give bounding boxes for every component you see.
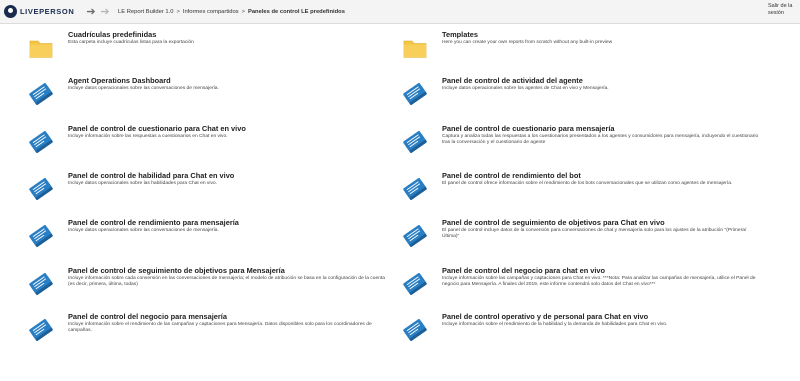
top-bar: LIVEPERSON ➔ ➔ LE Report Builder 1.0 > I… [0, 0, 800, 24]
item-text: Panel de control del negocio para mensaj… [68, 312, 388, 334]
item-title[interactable]: Panel de control de cuestionario para me… [442, 124, 762, 133]
back-arrow-icon[interactable]: ➔ [84, 0, 98, 24]
dashboard-report-icon[interactable] [28, 176, 54, 202]
forward-arrow-icon[interactable]: ➔ [98, 0, 112, 24]
dashboard-item[interactable]: Panel de control operativo y de personal… [402, 312, 772, 356]
item-text: Cuadrículas predefinidas Esta carpeta inc… [68, 30, 388, 46]
dashboard-item[interactable]: Panel de control del negocio para mensaj… [28, 312, 398, 356]
breadcrumb-item-current: Paneles de control LE predefinidos [247, 8, 345, 15]
item-text: Panel de control de rendimiento para men… [68, 218, 388, 234]
breadcrumb-separator: > [241, 8, 245, 15]
folder-icon[interactable] [28, 35, 54, 61]
item-title[interactable]: Panel de control de seguimiento de objet… [68, 266, 388, 275]
dashboard-item[interactable]: Panel de control de rendimiento del bot E… [402, 171, 772, 215]
logo-text: LIVEPERSON [20, 7, 75, 16]
item-text: Panel de control de cuestionario para me… [442, 124, 762, 146]
item-title[interactable]: Panel de control de actividad del agente [442, 76, 762, 85]
dashboard-report-icon[interactable] [28, 81, 54, 107]
item-description: Incluye información sobre las campañas y… [442, 275, 756, 287]
folder-item[interactable]: Cuadrículas predefinidas Esta carpeta inc… [28, 30, 398, 74]
item-text: Panel de control de actividad del agente… [442, 76, 762, 92]
dashboard-item[interactable]: Panel de control de habilidad para Chat … [28, 171, 398, 215]
dashboard-report-icon[interactable] [28, 271, 54, 297]
dashboard-report-icon[interactable] [402, 317, 428, 343]
item-text: Panel de control de cuestionario para Ch… [68, 124, 388, 140]
item-text: Agent Operations Dashboard Incluye datos … [68, 76, 388, 92]
item-description: Here you can create your own reports fro… [442, 39, 613, 45]
folder-icon[interactable] [402, 35, 428, 61]
breadcrumb-separator: > [176, 8, 180, 15]
liveperson-logo[interactable]: LIVEPERSON [0, 0, 84, 24]
item-title[interactable]: Panel de control de rendimiento para men… [68, 218, 388, 227]
item-title[interactable]: Panel de control operativo y de personal… [442, 312, 762, 321]
dashboard-item[interactable]: Panel de control de cuestionario para me… [402, 124, 772, 168]
item-description: Incluye datos operacionales sobre las co… [68, 227, 219, 233]
dashboard-report-icon[interactable] [402, 129, 428, 155]
item-title[interactable]: Panel de control de seguimiento de objet… [442, 218, 762, 227]
item-title[interactable]: Panel de control de rendimiento del bot [442, 171, 762, 180]
dashboard-report-icon[interactable] [402, 223, 428, 249]
item-text: Panel de control de seguimiento de objet… [68, 266, 388, 288]
item-description: El panel de control ofrece información s… [442, 180, 733, 186]
item-text: Panel de control de seguimiento de objet… [442, 218, 762, 240]
signout-link[interactable]: Salir de la sesión [768, 3, 796, 17]
item-text: Panel de control operativo y de personal… [442, 312, 762, 328]
breadcrumb-item-shared-reports[interactable]: Informes compartidos [183, 9, 239, 15]
dashboard-item[interactable]: Panel de control de actividad del agente… [402, 76, 772, 120]
dashboard-item[interactable]: Panel de control de seguimiento de objet… [402, 218, 772, 262]
dashboard-item[interactable]: Panel de control de rendimiento para men… [28, 218, 398, 262]
folder-item[interactable]: Templates Here you can create your own re… [402, 30, 772, 74]
item-description: Incluye información sobre el rendimiento… [442, 321, 668, 327]
item-title[interactable]: Panel de control del negocio para mensaj… [68, 312, 388, 321]
item-description: Incluye información sobre cada conversió… [68, 275, 385, 287]
item-title[interactable]: Panel de control del negocio para chat e… [442, 266, 762, 275]
item-description: Captura y analiza todas las respuestas a… [442, 133, 759, 145]
item-description: Esta carpeta incluye cuadrículas listas … [68, 39, 194, 45]
item-description: Incluye datos operacionales sobre las co… [68, 85, 219, 91]
dashboard-report-icon[interactable] [402, 81, 428, 107]
item-description: Incluye datos operacionales sobre los ag… [442, 85, 609, 91]
item-description: El panel de control incluye datos de la … [442, 227, 747, 239]
dashboard-item[interactable]: Panel de control de cuestionario para Ch… [28, 124, 398, 168]
item-description: Incluye datos operacionales sobre las ha… [68, 180, 217, 186]
dashboard-report-icon[interactable] [402, 271, 428, 297]
item-title[interactable]: Agent Operations Dashboard [68, 76, 388, 85]
item-title[interactable]: Panel de control de habilidad para Chat … [68, 171, 388, 180]
item-text: Templates Here you can create your own re… [442, 30, 762, 46]
dashboard-report-icon[interactable] [28, 317, 54, 343]
item-text: Panel de control de habilidad para Chat … [68, 171, 388, 187]
breadcrumb: LE Report Builder 1.0 > Informes compart… [118, 9, 345, 15]
logo-mark-icon [4, 5, 17, 18]
item-text: Panel de control de rendimiento del bot E… [442, 171, 762, 187]
dashboard-item[interactable]: Agent Operations Dashboard Incluye datos … [28, 76, 398, 120]
dashboard-item[interactable]: Panel de control del negocio para chat e… [402, 266, 772, 310]
item-text: Panel de control del negocio para chat e… [442, 266, 762, 288]
dashboard-report-icon[interactable] [402, 176, 428, 202]
item-description: Incluye información sobre el rendimiento… [68, 321, 372, 333]
dashboard-report-icon[interactable] [28, 129, 54, 155]
item-description: Incluye información sobre las respuestas… [68, 133, 228, 139]
item-title[interactable]: Templates [442, 30, 762, 39]
dashboard-item[interactable]: Panel de control de seguimiento de objet… [28, 266, 398, 310]
breadcrumb-item-report-builder[interactable]: LE Report Builder 1.0 [118, 9, 173, 15]
item-title[interactable]: Cuadrículas predefinidas [68, 30, 388, 39]
dashboard-report-icon[interactable] [28, 223, 54, 249]
item-title[interactable]: Panel de control de cuestionario para Ch… [68, 124, 388, 133]
